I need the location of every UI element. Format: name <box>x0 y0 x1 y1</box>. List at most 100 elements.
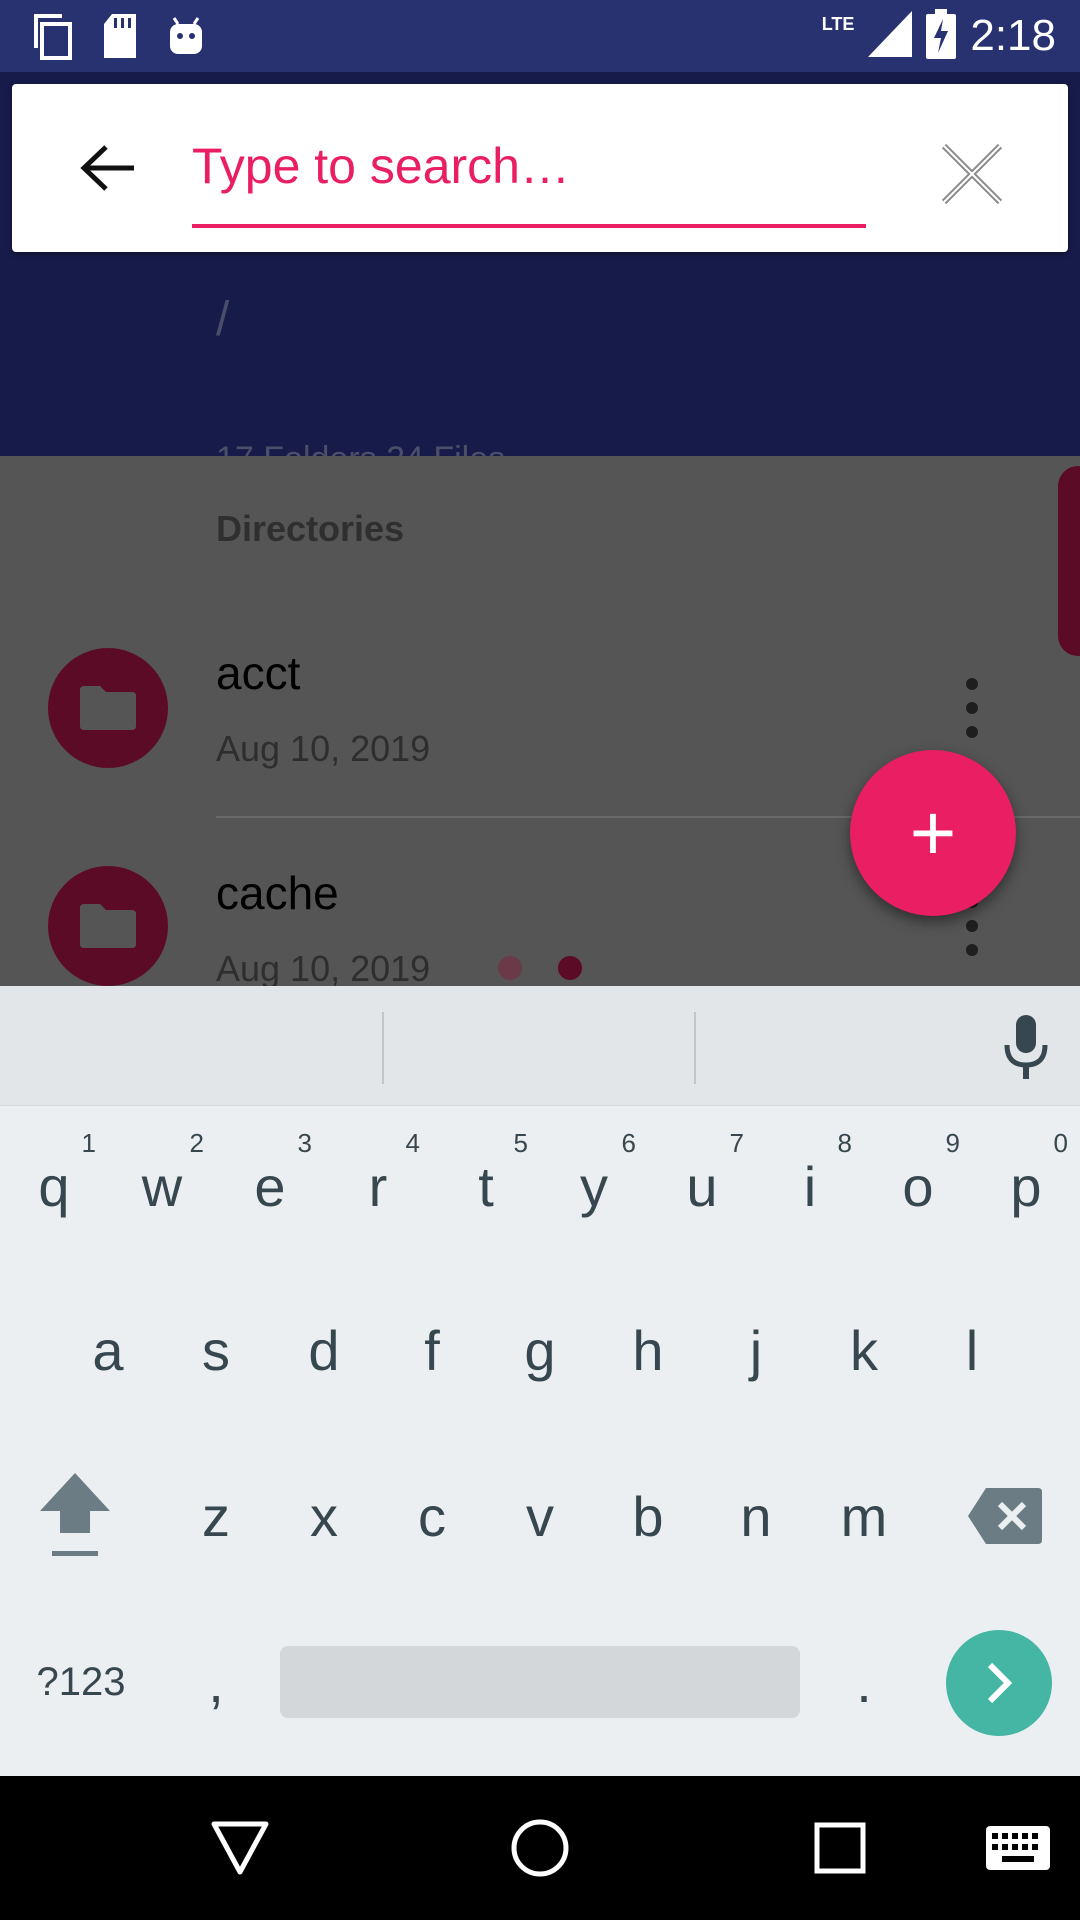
key-label: q <box>38 1154 70 1218</box>
key-label: , <box>208 1650 224 1714</box>
recents-square-icon <box>814 1822 866 1874</box>
plus-icon: + <box>909 788 957 877</box>
recents-icon <box>32 12 74 65</box>
voice-input-button[interactable] <box>996 1012 1056 1084</box>
key-f[interactable]: f <box>378 1270 486 1430</box>
key-label: y <box>580 1154 608 1218</box>
key-label: d <box>308 1318 340 1382</box>
section-title-directories: Directories <box>216 508 405 549</box>
key-k[interactable]: k <box>810 1270 918 1430</box>
key-s[interactable]: s <box>162 1270 270 1430</box>
key-i[interactable]: i8 <box>756 1106 864 1266</box>
back-arrow-icon <box>80 145 134 191</box>
key-hint: 6 <box>621 1128 636 1158</box>
search-underline <box>192 224 866 228</box>
network-type-label: LTE <box>821 13 855 34</box>
key-label: b <box>632 1484 664 1548</box>
nav-recents-button[interactable] <box>800 1808 880 1888</box>
item-name: cache <box>216 867 339 919</box>
key-a[interactable]: a <box>54 1270 162 1430</box>
key-z[interactable]: z <box>162 1436 270 1596</box>
key-h[interactable]: h <box>594 1270 702 1430</box>
symbols-key[interactable]: ?123 <box>0 1602 162 1762</box>
key-label: . <box>856 1650 872 1714</box>
signal-icon <box>868 10 913 62</box>
key-l[interactable]: l <box>918 1270 1026 1430</box>
close-icon <box>941 143 1003 205</box>
key-o[interactable]: o9 <box>864 1106 972 1266</box>
key-label: c <box>418 1484 446 1548</box>
key-label: u <box>686 1154 718 1218</box>
key-label: o <box>902 1154 934 1218</box>
key-q[interactable]: q1 <box>0 1106 108 1266</box>
key-label: j <box>749 1318 763 1382</box>
navigation-bar <box>0 1776 1080 1920</box>
key-label: h <box>632 1318 664 1382</box>
key-label: l <box>965 1318 979 1382</box>
key-hint: 7 <box>729 1128 744 1158</box>
keyboard-icon <box>986 1826 1050 1870</box>
key-p[interactable]: p0 <box>972 1106 1080 1266</box>
enter-key[interactable] <box>946 1630 1052 1736</box>
key-u[interactable]: u7 <box>648 1106 756 1266</box>
backspace-key[interactable] <box>940 1436 1070 1596</box>
key-hint: 2 <box>189 1128 204 1158</box>
key-x[interactable]: x <box>270 1436 378 1596</box>
key-j[interactable]: j <box>702 1270 810 1430</box>
key-label: f <box>424 1318 440 1382</box>
key-label: r <box>368 1154 388 1218</box>
search-bar <box>12 84 1068 252</box>
loading-dot <box>558 956 582 980</box>
comma-key[interactable]: , <box>162 1602 270 1762</box>
item-date: Aug 10, 2019 <box>216 948 431 986</box>
key-hint: 0 <box>1053 1128 1068 1158</box>
key-label: x <box>310 1484 338 1548</box>
key-label: g <box>524 1318 556 1382</box>
key-n[interactable]: n <box>702 1436 810 1596</box>
key-label: e <box>254 1154 286 1218</box>
key-w[interactable]: w2 <box>108 1106 216 1266</box>
key-label: p <box>1010 1154 1042 1218</box>
keyboard-switcher-button[interactable] <box>978 1808 1058 1888</box>
key-hint: 3 <box>297 1128 312 1158</box>
shift-key[interactable] <box>0 1436 150 1596</box>
key-b[interactable]: b <box>594 1436 702 1596</box>
key-hint: 4 <box>405 1128 420 1158</box>
key-label: t <box>478 1154 494 1218</box>
key-hint: 5 <box>513 1128 528 1158</box>
more-options-icon[interactable] <box>960 678 984 738</box>
sd-card-icon <box>102 14 138 63</box>
key-r[interactable]: r4 <box>324 1106 432 1266</box>
key-t[interactable]: t5 <box>432 1106 540 1266</box>
key-g[interactable]: g <box>486 1270 594 1430</box>
shift-icon <box>40 1473 110 1556</box>
key-y[interactable]: y6 <box>540 1106 648 1266</box>
home-circle-icon <box>511 1819 569 1877</box>
soft-keyboard: q1 w2 e3 r4 t5 y6 u7 i8 o9 p0 a s d f g … <box>0 986 1080 1776</box>
backspace-icon <box>968 1488 1042 1544</box>
key-v[interactable]: v <box>486 1436 594 1596</box>
key-d[interactable]: d <box>270 1270 378 1430</box>
key-hint: 9 <box>945 1128 960 1158</box>
search-input[interactable] <box>192 116 866 216</box>
back-button[interactable] <box>68 128 148 208</box>
add-fab-button[interactable]: + <box>850 750 1016 916</box>
key-hint: 8 <box>837 1128 852 1158</box>
period-key[interactable]: . <box>810 1602 918 1762</box>
key-label: w <box>141 1154 183 1218</box>
suggestion-divider <box>694 1012 696 1084</box>
key-label: s <box>202 1318 230 1382</box>
nav-back-button[interactable] <box>200 1808 280 1888</box>
folder-icon <box>80 686 136 730</box>
key-label: n <box>740 1484 772 1548</box>
key-c[interactable]: c <box>378 1436 486 1596</box>
clear-search-button[interactable] <box>932 134 1012 214</box>
key-hint: 1 <box>81 1128 96 1158</box>
nav-home-button[interactable] <box>500 1808 580 1888</box>
folder-icon <box>80 904 136 948</box>
key-e[interactable]: e3 <box>216 1106 324 1266</box>
space-bar[interactable] <box>280 1646 800 1718</box>
item-name: acct <box>216 647 301 699</box>
loading-dot <box>498 956 522 980</box>
key-m[interactable]: m <box>810 1436 918 1596</box>
